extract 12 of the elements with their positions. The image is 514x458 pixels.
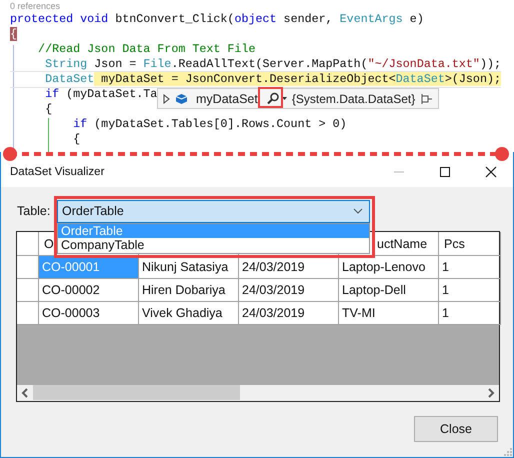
code-line: if (myDataSet.Tables[0].Rows.Count > 0) — [72, 117, 347, 132]
code-line: if (myDataSet.Ta — [44, 87, 158, 102]
code-line: //Read Json Data From Text File — [37, 42, 256, 57]
code-line: { — [44, 102, 52, 117]
table-label: Table: — [17, 204, 52, 218]
code-line: String Json = File.ReadAllText(Server.MapPath("~/JsonData.txt")); — [44, 57, 501, 72]
variable-name: myDataSet — [196, 92, 258, 106]
variable-value: {System.Data.DataSet} — [292, 92, 416, 106]
code-line: protected void btnConvert_Click(object sender, EventArgs e) — [10, 12, 424, 27]
code-line: { — [72, 132, 80, 147]
code-line: DataSet myDataSet = JsonConvert.DeserializeObject<DataSet>(Json); — [10, 72, 501, 87]
window-title: DataSet Visualizer — [10, 166, 104, 178]
